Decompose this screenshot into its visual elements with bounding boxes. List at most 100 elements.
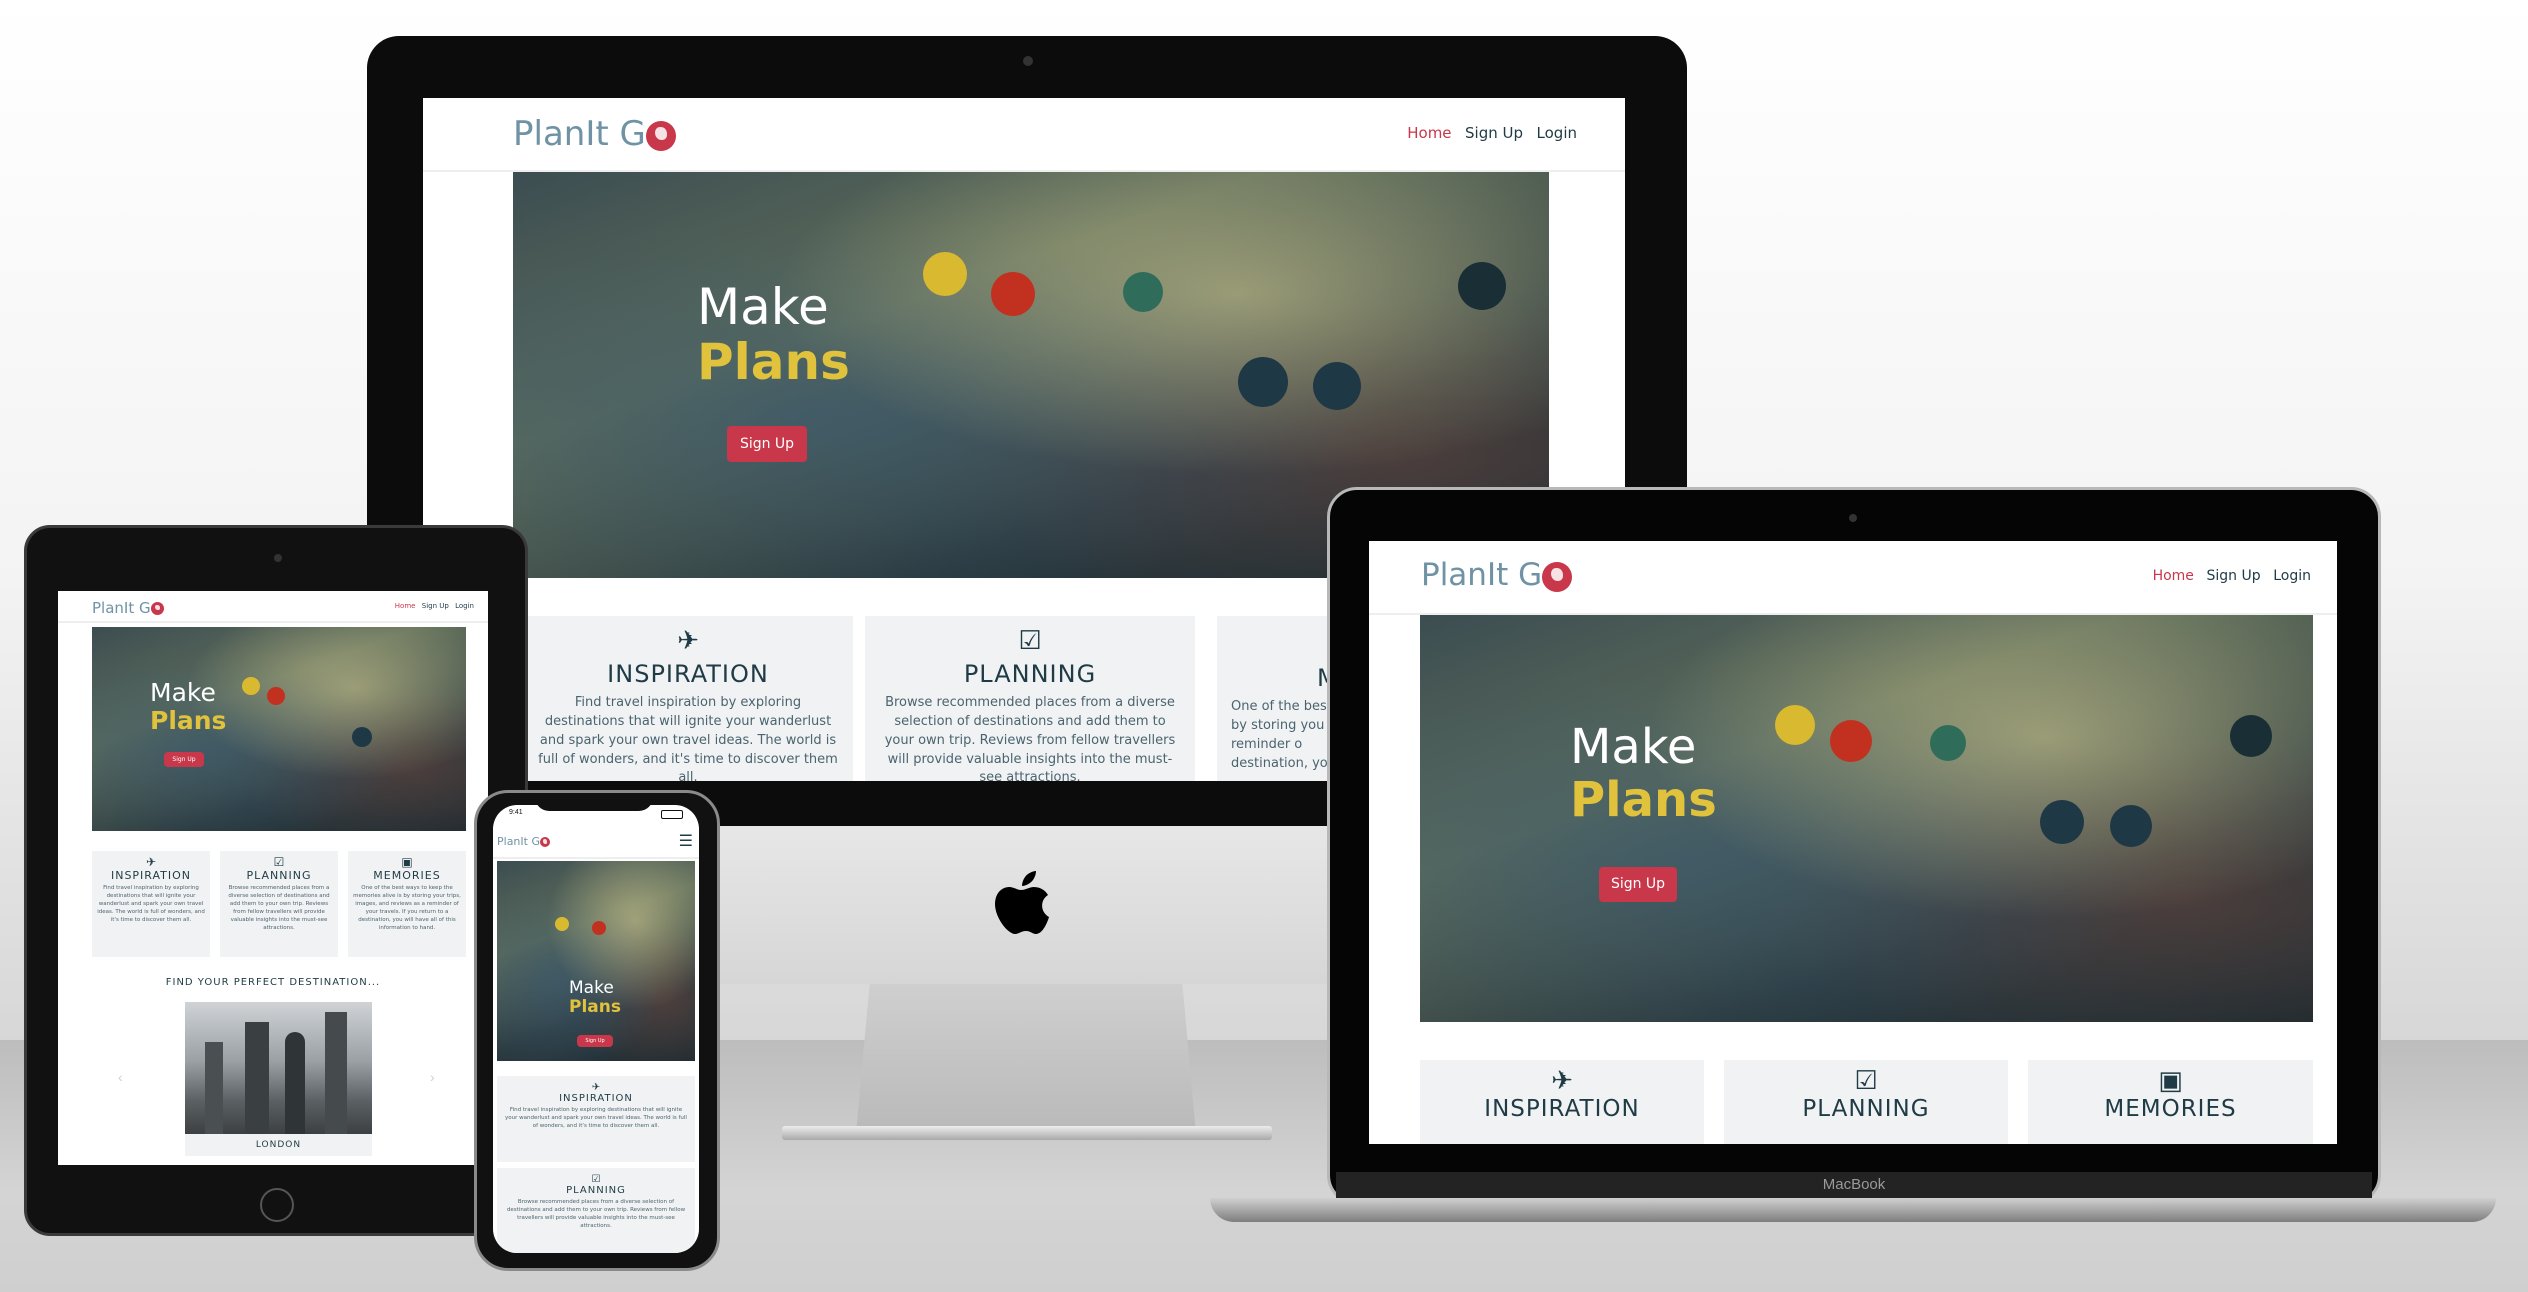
feature-card-inspiration: ✈ INSPIRATION Find travel inspiration by… [92, 851, 210, 957]
camera-icon: ▣ [401, 855, 413, 869]
hero-heading: Make Plans [697, 280, 850, 390]
hero-line-plans: Plans [150, 705, 227, 735]
nav-menu: Home Sign Up Login [388, 602, 474, 610]
blue-pin-icon [2040, 800, 2084, 844]
hero-signup-button[interactable]: Sign Up [577, 1035, 613, 1047]
globe-icon [1542, 561, 1573, 592]
feature-title: PLANNING [566, 1185, 626, 1196]
feature-title: INSPIRATION [1484, 1096, 1640, 1122]
hero-line-make: Make [1570, 719, 1697, 775]
globe-icon [150, 602, 164, 615]
nav-signup-link[interactable]: Sign Up [2207, 568, 2261, 584]
navbar: PlanIt G Home Sign Up Login [423, 98, 1625, 172]
feature-card-inspiration: ✈ INSPIRATION Find travel inspiration by… [497, 1076, 695, 1162]
building-shape [285, 1032, 305, 1134]
battery-icon [661, 810, 683, 819]
site-logo[interactable]: PlanIt G [1421, 557, 1573, 593]
checklist-icon: ☑ [1854, 1066, 1878, 1096]
logo-text: PlanIt G [497, 835, 540, 848]
hero-banner: Make Plans Sign Up [92, 627, 466, 831]
feature-text: Find travel inspiration by exploring des… [505, 1107, 687, 1129]
feature-text: Find travel inspiration by exploring des… [538, 695, 838, 781]
nav-login-link[interactable]: Login [1537, 124, 1577, 142]
hero-line-plans: Plans [569, 996, 621, 1017]
macbook-camera [1849, 514, 1857, 522]
site-logo[interactable]: PlanIt G [513, 114, 676, 154]
feature-title: INSPIRATION [559, 1093, 633, 1104]
logo-text: PlanIt G [513, 114, 646, 154]
blue-pin-icon [1313, 362, 1361, 410]
macbook-hinge: MacBook [1336, 1172, 2372, 1198]
hero-signup-button[interactable]: Sign Up [164, 752, 204, 767]
feature-title: PLANNING [1802, 1096, 1930, 1122]
dark-pin-icon [1458, 262, 1506, 310]
hero-line-make: Make [569, 978, 614, 998]
macbook-base [1210, 1198, 2496, 1222]
nav-signup-link[interactable]: Sign Up [1465, 124, 1523, 142]
dark-pin-icon [2230, 715, 2272, 757]
tablet-camera [274, 554, 282, 562]
logo-text: PlanIt G [92, 599, 151, 617]
destination-heading: FIND YOUR PERFECT DESTINATION... [165, 977, 381, 988]
feature-title: MEMORIES [2104, 1096, 2237, 1122]
checklist-icon: ☑ [273, 855, 285, 869]
feature-title: INSPIRATION [607, 660, 769, 688]
status-time: 9:41 [509, 809, 523, 816]
macbook-label: MacBook [1822, 1176, 1886, 1193]
hero-signup-button[interactable]: Sign Up [727, 426, 807, 462]
tablet-home-button[interactable] [260, 1188, 294, 1222]
red-pin-icon [592, 921, 606, 935]
blue-pin-icon [1238, 357, 1288, 407]
feature-card-planning: ☑ PLANNING Browse recommended places fro… [865, 616, 1195, 781]
hero-line-plans: Plans [697, 333, 850, 391]
nav-login-link[interactable]: Login [2273, 568, 2311, 584]
hamburger-menu-icon[interactable]: ☰ [679, 834, 693, 850]
globe-icon [539, 837, 550, 847]
green-pin-icon [1123, 272, 1163, 312]
nav-home-link[interactable]: Home [395, 602, 416, 610]
globe-icon [645, 120, 676, 151]
navbar: PlanIt G Home Sign Up Login [1369, 541, 2337, 615]
logo-text: PlanIt G [1421, 557, 1543, 593]
feature-text: Browse recommended places from a diverse… [228, 885, 330, 931]
nav-menu: Home Sign Up Login [1394, 124, 1577, 142]
feature-card-inspiration: ✈ INSPIRATION Find travel inspiration by… [523, 616, 853, 781]
feature-title: PLANNING [246, 869, 312, 882]
nav-signup-link[interactable]: Sign Up [422, 602, 449, 610]
imac-foot [782, 1126, 1272, 1140]
carousel-prev-icon[interactable]: ‹ [118, 1069, 123, 1085]
feature-title: INSPIRATION [110, 869, 192, 882]
camera-icon: ▣ [2158, 1066, 2183, 1096]
site-logo[interactable]: PlanIt G [497, 835, 550, 848]
imac-camera [1023, 56, 1033, 66]
tablet-screen: PlanIt G Home Sign Up Login Make Plans Sig… [58, 591, 488, 1165]
yellow-pin-icon [1775, 705, 1815, 745]
nav-login-link[interactable]: Login [455, 602, 474, 610]
site-logo[interactable]: PlanIt G [92, 599, 164, 617]
building-shape [205, 1042, 223, 1134]
carousel-next-icon[interactable]: › [430, 1069, 435, 1085]
green-pin-icon [1930, 725, 1966, 761]
feature-text: Browse recommended places from a diverse… [884, 695, 1176, 781]
checklist-icon: ☑ [591, 1174, 601, 1185]
hero-heading: Make Plans [150, 679, 226, 734]
navbar: PlanIt G ☰ [493, 827, 699, 859]
building-shape [325, 1012, 347, 1134]
hero-banner: Make Plans Sign Up [1420, 615, 2313, 1022]
feature-card-planning: ☑ PLANNING Browse recommended places fro… [497, 1168, 695, 1253]
london-destination-image[interactable] [185, 1002, 372, 1134]
nav-home-link[interactable]: Home [2153, 568, 2194, 584]
blue-pin-icon [2110, 805, 2152, 847]
apple-logo-icon [989, 866, 1053, 944]
yellow-pin-icon [555, 917, 569, 931]
hero-signup-button[interactable]: Sign Up [1599, 867, 1677, 902]
nav-home-link[interactable]: Home [1407, 124, 1451, 142]
feature-text: Find travel inspiration by exploring des… [97, 885, 205, 923]
feature-card-inspiration: ✈ INSPIRATION [1420, 1060, 1704, 1144]
plane-icon: ✈ [145, 855, 157, 869]
feature-card-planning: ☑ PLANNING [1724, 1060, 2008, 1144]
nav-menu: Home Sign Up Login [2140, 568, 2311, 584]
feature-text: One of the best ways to keep the memorie… [353, 885, 461, 931]
feature-title: MEMORIES [373, 869, 441, 882]
plane-icon: ✈ [677, 626, 699, 656]
